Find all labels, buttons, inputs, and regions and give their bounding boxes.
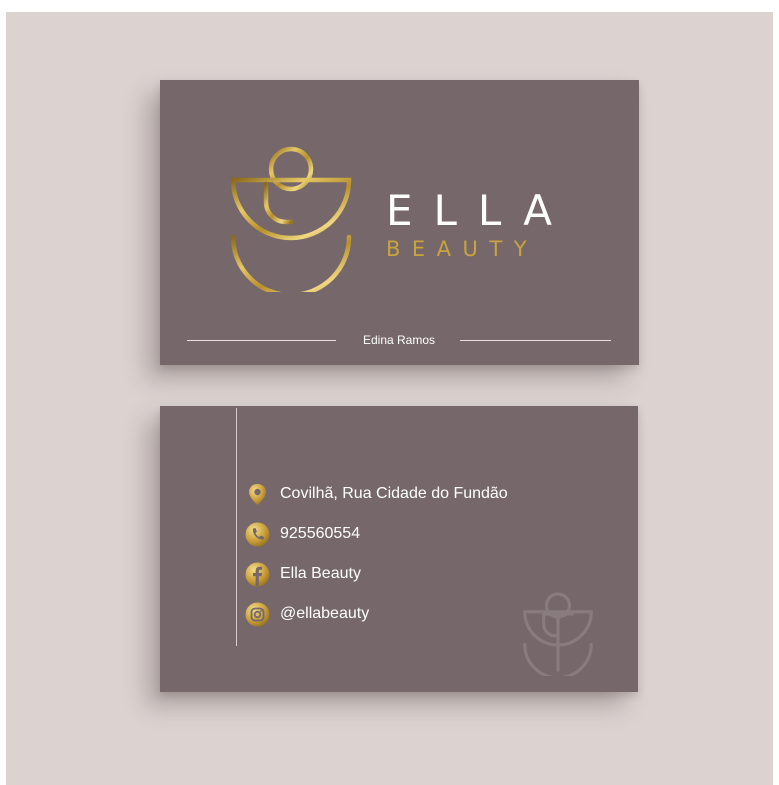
ella-beauty-logo-icon	[230, 146, 352, 292]
contact-facebook: Ella Beauty	[245, 561, 361, 587]
divider-left	[187, 340, 336, 341]
logo-watermark-icon	[523, 592, 593, 676]
phone-icon	[245, 522, 270, 546]
address-text: Covilhã, Rua Cidade do Fundão	[280, 485, 508, 502]
instagram-text: @ellabeauty	[280, 605, 370, 622]
divider-right	[460, 340, 611, 341]
location-pin-icon	[249, 483, 266, 505]
facebook-text: Ella Beauty	[280, 565, 361, 582]
contact-instagram: @ellabeauty	[245, 601, 369, 627]
vertical-divider	[236, 408, 237, 646]
phone-text: 925560554	[280, 525, 361, 542]
instagram-icon	[245, 602, 270, 626]
brand-subtitle: BEAUTY	[386, 237, 539, 261]
contact-phone: 925560554	[245, 521, 360, 547]
brand-name: ELLA	[386, 186, 574, 235]
card-holder-name: Edina Ramos	[362, 333, 436, 347]
facebook-icon	[245, 562, 270, 586]
contact-address: Covilhã, Rua Cidade do Fundão	[245, 481, 508, 507]
